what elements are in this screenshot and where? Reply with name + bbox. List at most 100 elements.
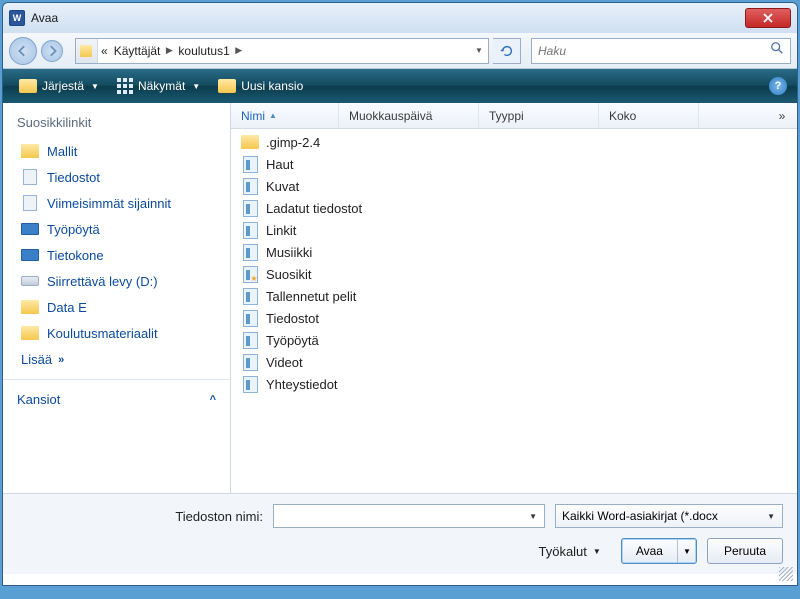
doc-icon: [21, 195, 39, 211]
special-folder-icon: [241, 309, 259, 327]
organize-button[interactable]: Järjestä ▼: [13, 76, 105, 96]
sidebar-item-4[interactable]: Tietokone: [3, 242, 230, 268]
chevron-right-icon: »: [58, 354, 64, 366]
folder-icon: [21, 143, 39, 159]
file-name: .gimp-2.4: [266, 135, 320, 150]
file-row[interactable]: Tiedostot: [231, 307, 797, 329]
special-folder-icon: [241, 221, 259, 239]
column-name[interactable]: Nimi▲: [231, 103, 339, 128]
file-name: Suosikit: [266, 267, 312, 282]
column-type[interactable]: Tyyppi: [479, 103, 599, 128]
chevron-up-icon: ^: [210, 394, 216, 406]
body: Suosikkilinkit MallitTiedostotViimeisimm…: [3, 103, 797, 493]
file-row[interactable]: Ladatut tiedostot: [231, 197, 797, 219]
search-input[interactable]: [538, 44, 770, 58]
breadcrumb-seg-0[interactable]: Käyttäjät: [111, 44, 164, 58]
close-icon: [763, 13, 773, 23]
file-name: Musiikki: [266, 245, 312, 260]
search-box[interactable]: [531, 38, 791, 64]
chevron-down-icon: ▼: [91, 82, 99, 91]
breadcrumb-root[interactable]: [76, 39, 98, 63]
special-folder-icon: [241, 331, 259, 349]
open-dialog: W Avaa « Käyttäjät ▶ koulutus1 ▶ ▼: [2, 2, 798, 586]
file-row[interactable]: Musiikki: [231, 241, 797, 263]
sidebar-item-label: Työpöytä: [47, 222, 100, 237]
breadcrumb-overflow[interactable]: «: [98, 44, 111, 58]
file-row[interactable]: .gimp-2.4: [231, 131, 797, 153]
column-modified[interactable]: Muokkauspäivä: [339, 103, 479, 128]
file-row[interactable]: Videot: [231, 351, 797, 373]
file-name: Työpöytä: [266, 333, 319, 348]
open-dropdown[interactable]: ▼: [678, 547, 696, 556]
sidebar-item-1[interactable]: Tiedostot: [3, 164, 230, 190]
nav-bar: « Käyttäjät ▶ koulutus1 ▶ ▼: [3, 33, 797, 69]
file-row[interactable]: Haut: [231, 153, 797, 175]
special-folder-icon: [241, 199, 259, 217]
file-list[interactable]: .gimp-2.4 Haut Kuvat Ladatut tiedostot Linki…: [231, 129, 797, 493]
folder-icon: [21, 325, 39, 341]
word-icon: W: [9, 10, 25, 26]
sidebar-item-label: Tiedostot: [47, 170, 100, 185]
sidebar-item-0[interactable]: Mallit: [3, 138, 230, 164]
views-button[interactable]: Näkymät ▼: [111, 75, 206, 97]
sidebar-item-label: Data E: [47, 300, 87, 315]
file-name: Haut: [266, 157, 293, 172]
file-name: Tiedostot: [266, 311, 319, 326]
special-folder-icon: [241, 375, 259, 393]
folder-icon: [241, 133, 259, 151]
help-button[interactable]: ?: [769, 77, 787, 95]
sidebar-item-5[interactable]: Siirrettävä levy (D:): [3, 268, 230, 294]
breadcrumb[interactable]: « Käyttäjät ▶ koulutus1 ▶ ▼: [75, 38, 489, 64]
file-name: Linkit: [266, 223, 296, 238]
filename-input[interactable]: ▼: [273, 504, 545, 528]
special-folder-icon: [241, 265, 259, 283]
file-row[interactable]: Kuvat: [231, 175, 797, 197]
folder-icon: [19, 79, 37, 93]
mon-icon: [21, 221, 39, 237]
column-header: Nimi▲ Muokkauspäivä Tyyppi Koko »: [231, 103, 797, 129]
nav-back-button[interactable]: [9, 37, 37, 65]
sidebar-item-3[interactable]: Työpöytä: [3, 216, 230, 242]
breadcrumb-seg-1[interactable]: koulutus1: [175, 44, 232, 58]
cancel-button[interactable]: Peruuta: [707, 538, 783, 564]
nav-forward-button[interactable]: [41, 40, 63, 62]
file-row[interactable]: Linkit: [231, 219, 797, 241]
file-name: Ladatut tiedostot: [266, 201, 362, 216]
mon-icon: [21, 247, 39, 263]
doc-icon: [21, 169, 39, 185]
cancel-label: Peruuta: [724, 544, 766, 558]
folders-tree-toggle[interactable]: Kansiot ^: [3, 386, 230, 413]
file-row[interactable]: Suosikit: [231, 263, 797, 285]
filename-label: Tiedoston nimi:: [17, 509, 263, 524]
file-row[interactable]: Tallennetut pelit: [231, 285, 797, 307]
chevron-down-icon[interactable]: ▼: [526, 512, 540, 521]
special-folder-icon: [241, 155, 259, 173]
new-folder-button[interactable]: Uusi kansio: [212, 76, 309, 96]
column-size[interactable]: Koko: [599, 103, 699, 128]
breadcrumb-dropdown[interactable]: ▼: [470, 46, 488, 55]
file-type-filter[interactable]: Kaikki Word-asiakirjat (*.docx ▼: [555, 504, 783, 528]
views-label: Näkymät: [138, 79, 185, 93]
sidebar-item-label: Tietokone: [47, 248, 104, 263]
filename-field[interactable]: [280, 509, 526, 523]
sidebar-more[interactable]: Lisää »: [3, 346, 230, 373]
resize-grip[interactable]: [779, 567, 793, 581]
sidebar-more-label: Lisää: [21, 352, 52, 367]
file-name: Videot: [266, 355, 303, 370]
titlebar: W Avaa: [3, 3, 797, 33]
sidebar-item-2[interactable]: Viimeisimmät sijainnit: [3, 190, 230, 216]
tools-button[interactable]: Työkalut ▼: [538, 544, 600, 559]
sidebar-item-6[interactable]: Data E: [3, 294, 230, 320]
close-button[interactable]: [745, 8, 791, 28]
column-more[interactable]: »: [767, 103, 797, 128]
new-folder-icon: [218, 79, 236, 93]
sidebar-item-7[interactable]: Koulutusmateriaalit: [3, 320, 230, 346]
refresh-button[interactable]: [493, 38, 521, 64]
file-row[interactable]: Yhteystiedot: [231, 373, 797, 395]
open-button[interactable]: Avaa ▼: [621, 538, 697, 564]
chevron-down-icon[interactable]: ▼: [764, 512, 778, 521]
file-row[interactable]: Työpöytä: [231, 329, 797, 351]
drive-icon: [21, 273, 39, 289]
folders-label: Kansiot: [17, 392, 60, 407]
toolbar: Järjestä ▼ Näkymät ▼ Uusi kansio ?: [3, 69, 797, 103]
